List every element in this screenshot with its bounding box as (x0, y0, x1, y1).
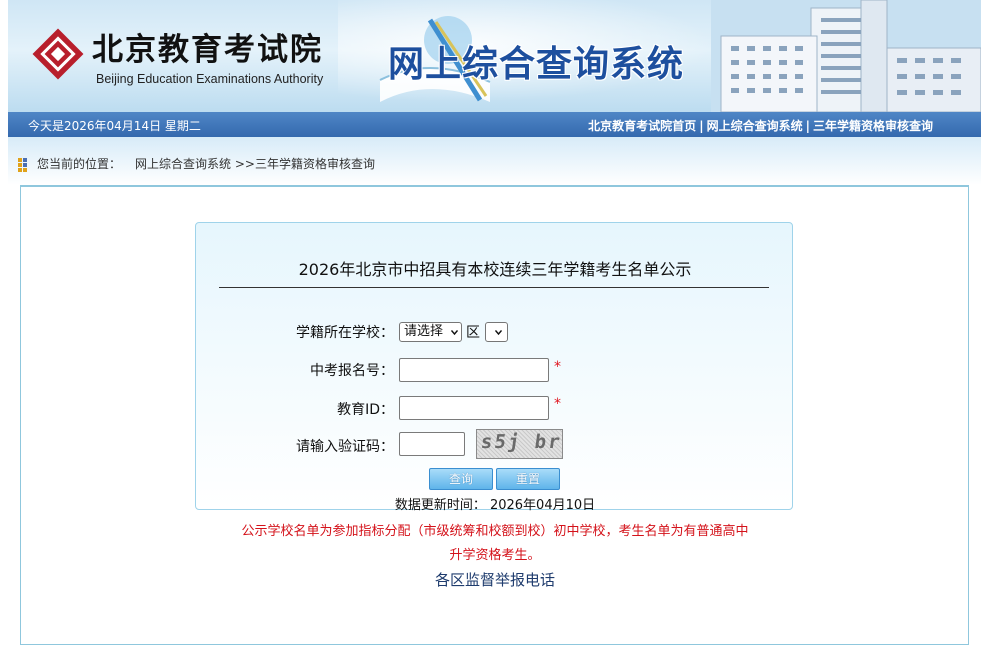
school-select-value: 请选择 (404, 324, 444, 339)
org-name-en: Beijing Education Examinations Authority (96, 72, 324, 86)
school-select[interactable]: 请选择 (399, 322, 462, 342)
exam-no-label: 中考报名号： (310, 363, 394, 379)
org-emblem-icon (32, 28, 84, 80)
captcha-image-text: s5j brh (479, 431, 563, 453)
current-date: 今天是2026年04月14日 星期二 (28, 119, 201, 133)
captcha-input[interactable] (399, 432, 465, 456)
system-title: 网上综合查询系统 (388, 44, 685, 85)
nav-separator: | (699, 119, 704, 133)
captcha-image[interactable]: s5j brh (476, 429, 563, 459)
form-title: 2026年北京市中招具有本校连续三年学籍考生名单公示 (298, 260, 692, 279)
header-banner: 北京教育考试院 Beijing Education Examinations A… (8, 0, 981, 112)
chevron-down-icon (451, 330, 458, 336)
captcha-label: 请输入验证码： (296, 439, 394, 455)
required-mark: * (554, 359, 561, 375)
school-label: 学籍所在学校： (296, 325, 394, 341)
breadcrumb-path: 网上综合查询系统 >>三年学籍资格审核查询 (135, 157, 375, 171)
nav-link-query-system[interactable]: 网上综合查询系统 (707, 119, 803, 133)
edu-id-label: 教育ID： (337, 402, 394, 418)
nav-links: 北京教育考试院首页 | 网上综合查询系统 | 三年学籍资格审核查询 (588, 117, 933, 134)
reset-button[interactable]: 重置 (496, 468, 560, 490)
location-grid-icon (18, 158, 29, 172)
breadcrumb-area: 您当前的位置： 网上综合查询系统 >>三年学籍资格审核查询 (8, 137, 981, 185)
top-nav-bar: 今天是2026年04月14日 星期二 北京教育考试院首页 | 网上综合查询系统 | 三年… (8, 112, 981, 137)
nav-link-home[interactable]: 北京教育考试院首页 (588, 119, 696, 133)
required-mark: * (554, 396, 561, 412)
building-illustration (711, 0, 981, 112)
title-divider (219, 287, 769, 288)
notice-text-line2: 升学资格考生。 (449, 548, 541, 563)
nav-separator: | (805, 119, 810, 133)
breadcrumb: 您当前的位置： 网上综合查询系统 >>三年学籍资格审核查询 (18, 155, 375, 172)
chevron-down-icon (495, 330, 502, 336)
exam-no-input[interactable] (399, 358, 549, 382)
org-logo[interactable]: 北京教育考试院 Beijing Education Examinations A… (30, 22, 360, 92)
district-select[interactable] (485, 322, 508, 342)
org-name-cn: 北京教育考试院 (92, 32, 323, 68)
nav-link-eligibility-query[interactable]: 三年学籍资格审核查询 (813, 119, 933, 133)
notice-text-line1: 公示学校名单为参加指标分配（市级统筹和校额到校）初中学校，考生名单为有普通高中 (241, 524, 749, 539)
breadcrumb-prefix: 您当前的位置： (37, 157, 122, 171)
query-form-card: 2026年北京市中招具有本校连续三年学籍考生名单公示 学籍所在学校： 请选择 区… (195, 222, 793, 510)
district-hotline-link[interactable]: 各区监督举报电话 (0, 569, 981, 590)
query-button[interactable]: 查询 (429, 468, 493, 490)
district-label: 区 (466, 325, 480, 341)
edu-id-input[interactable] (399, 396, 549, 420)
data-update-time: 数据更新时间： 2026年04月10日 (394, 498, 596, 513)
